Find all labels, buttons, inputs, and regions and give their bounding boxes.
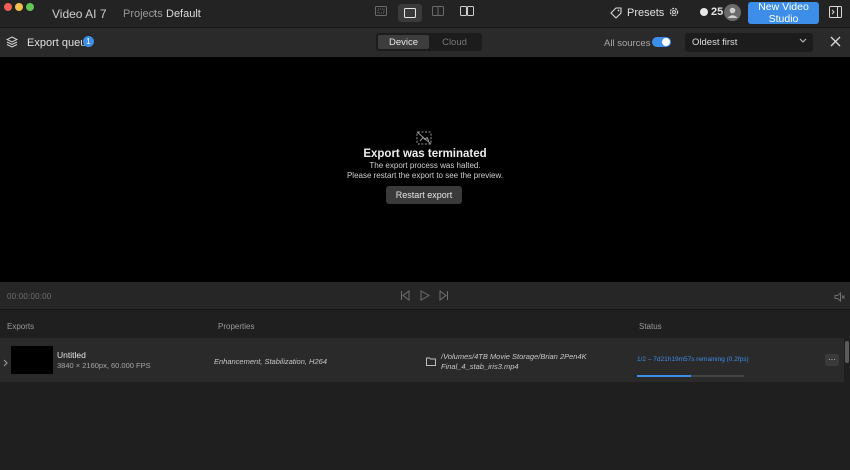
gear-icon	[669, 7, 679, 17]
export-status: 1/2 – 7d21h19m57s remaining (0.2fps)	[637, 356, 749, 363]
next-frame-button[interactable]	[438, 290, 449, 304]
reveal-in-folder-button[interactable]	[426, 355, 436, 369]
new-video-studio-button[interactable]: New Video Studio	[748, 1, 819, 25]
scrollbar-thumb[interactable]	[845, 341, 849, 363]
all-sources-label: All sources	[604, 38, 651, 49]
play-button[interactable]	[419, 290, 431, 304]
layout-split-button[interactable]	[432, 6, 448, 20]
close-window-button[interactable]	[4, 3, 12, 11]
close-icon	[830, 36, 841, 47]
export-title: Untitled	[57, 350, 86, 360]
export-path-line2: Final_4_stab_iris3.mp4	[441, 362, 519, 371]
tab-cloud[interactable]: Cloud	[429, 35, 480, 49]
settings-button[interactable]	[668, 6, 680, 21]
column-status[interactable]: Status	[639, 322, 662, 331]
toggle-knob	[662, 38, 670, 46]
credits-icon	[700, 8, 708, 16]
presets-button[interactable]: Presets	[610, 5, 664, 21]
source-segmented-control: Device Cloud	[376, 33, 482, 51]
exports-table-header: Exports Properties Status	[0, 311, 850, 338]
expand-row-button[interactable]	[3, 356, 8, 370]
layers-icon	[5, 36, 19, 51]
sidebar-toggle-icon	[829, 6, 842, 18]
step-back-icon	[401, 290, 410, 301]
layout-side-by-side-icon	[460, 6, 474, 16]
title-bar: Video AI 7 Projects › Default Presets 25…	[0, 0, 850, 28]
column-properties[interactable]: Properties	[218, 322, 254, 331]
credits-count: 25	[711, 6, 724, 18]
layout-single-button[interactable]	[398, 4, 422, 22]
more-options-button[interactable]: ···	[825, 354, 839, 366]
export-meta: 3840 × 2160px, 60.000 FPS	[57, 361, 151, 370]
restart-export-button[interactable]: Restart export	[386, 186, 462, 204]
layout-single-outline-icon	[375, 6, 387, 16]
layout-single-outline-button[interactable]	[375, 6, 391, 20]
export-progress-bar	[637, 375, 744, 377]
folder-icon	[426, 357, 436, 366]
chevron-right-icon	[3, 359, 8, 367]
chevron-down-icon	[799, 38, 807, 43]
tab-device[interactable]: Device	[378, 35, 429, 49]
playback-bar: 00:00:00:00	[0, 282, 850, 310]
export-queue-toolbar: Export queue 1 Device Cloud All sources …	[0, 28, 850, 57]
breadcrumb-separator-icon: ›	[153, 7, 157, 19]
timecode: 00:00:00:00	[7, 292, 52, 301]
mute-button[interactable]	[834, 291, 845, 305]
all-sources-toggle[interactable]	[652, 37, 671, 47]
layout-single-icon	[404, 8, 416, 18]
credits-counter[interactable]: 25	[700, 6, 723, 18]
avatar[interactable]	[724, 4, 741, 21]
no-preview-icon	[416, 131, 432, 145]
toggle-panel-button[interactable]	[829, 6, 842, 21]
export-thumbnail	[11, 346, 53, 374]
terminated-message-line1: The export process was halted.	[369, 161, 481, 170]
export-path-line1: /Volumes/4TB Movie Storage/Brian 2Pen4K	[441, 352, 587, 361]
column-exports[interactable]: Exports	[7, 322, 34, 331]
user-icon	[727, 7, 738, 18]
minimize-window-button[interactable]	[15, 3, 23, 11]
previous-frame-button[interactable]	[400, 290, 411, 304]
terminated-title: Export was terminated	[363, 148, 487, 160]
zoom-window-button[interactable]	[26, 3, 34, 11]
tag-icon	[610, 7, 622, 19]
volume-muted-icon	[834, 291, 845, 303]
app-title: Video AI 7	[52, 7, 107, 21]
vertical-scrollbar[interactable]	[844, 338, 850, 470]
presets-label: Presets	[627, 7, 665, 19]
layout-split-icon	[432, 6, 444, 16]
layout-side-by-side-button[interactable]	[460, 6, 476, 20]
close-queue-button[interactable]	[830, 36, 841, 50]
sort-value: Oldest first	[692, 37, 738, 48]
sort-select[interactable]: Oldest first	[685, 33, 813, 52]
queue-count-badge: 1	[83, 36, 94, 47]
play-icon	[420, 290, 431, 301]
export-properties: Enhancement, Stabilization, H264	[214, 357, 327, 366]
preview-area: Export was terminated The export process…	[0, 57, 850, 282]
export-progress-fill	[637, 375, 691, 377]
breadcrumb-current[interactable]: Default	[166, 8, 201, 20]
table-row[interactable]: Untitled 3840 × 2160px, 60.000 FPS Enhan…	[0, 338, 844, 382]
terminated-message-line2: Please restart the export to see the pre…	[346, 171, 504, 180]
step-forward-icon	[439, 290, 448, 301]
